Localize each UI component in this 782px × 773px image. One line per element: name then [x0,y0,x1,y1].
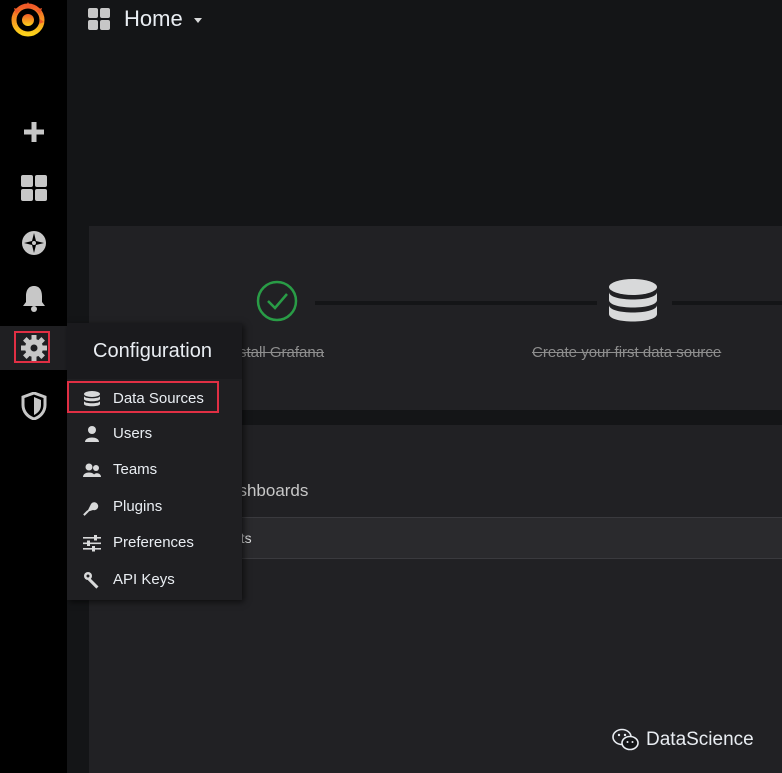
alerting-button[interactable] [0,276,67,320]
menu-item-teams[interactable]: Teams [67,452,242,488]
step-install-label: stall Grafana [239,344,325,361]
wechat-icon [612,728,639,751]
configuration-menu: Configuration Data Sources Users Teams P… [67,323,242,600]
user-icon [85,426,99,442]
check-circle-icon [256,280,298,322]
dashboards-button[interactable] [0,166,67,210]
step-connector [672,301,782,305]
menu-title[interactable]: Configuration [93,340,212,363]
menu-item-users[interactable]: Users [67,416,242,452]
menu-item-plugins[interactable]: Plugins [67,489,242,525]
menu-item-preferences[interactable]: Preferences [67,525,242,561]
database-icon [84,391,100,407]
users-icon [83,463,101,477]
sliders-icon [83,535,101,552]
watermark-text: DataScience [646,729,754,750]
menu-item-data-sources[interactable]: Data Sources [67,381,242,417]
explore-button[interactable] [0,221,67,265]
menu-item-label: Data Sources [113,390,204,407]
menu-item-label: Teams [113,461,158,478]
shield-icon [21,392,46,420]
alerting-bell-icon [22,286,45,312]
top-navbar: Home [67,0,782,40]
sidebar [0,0,67,773]
menu-item-label: Users [113,425,153,442]
chevron-down-icon[interactable] [194,18,202,23]
gear-icon [20,335,47,361]
database-icon [609,279,657,322]
watermark: DataScience [612,728,754,752]
server-admin-button[interactable] [0,384,67,428]
dashboard-title[interactable]: Home [124,6,183,32]
key-icon [84,572,99,589]
create-plus-button[interactable] [0,110,67,154]
configuration-button[interactable] [0,326,67,370]
explore-compass-icon [21,231,46,255]
dashboards-icon [20,175,47,201]
menu-item-label: Plugins [113,498,163,515]
step-datasource-label[interactable]: Create your first data source [532,344,721,361]
dashboard-grid-icon [88,8,110,30]
step-connector [315,301,597,305]
plug-icon [83,502,99,516]
menu-item-label: Preferences [113,534,194,551]
menu-item-api-keys[interactable]: API Keys [67,562,242,598]
grafana-logo-icon[interactable] [9,0,47,38]
plus-icon [23,122,44,142]
menu-header: Configuration [67,323,242,379]
menu-item-label: API Keys [113,571,175,588]
